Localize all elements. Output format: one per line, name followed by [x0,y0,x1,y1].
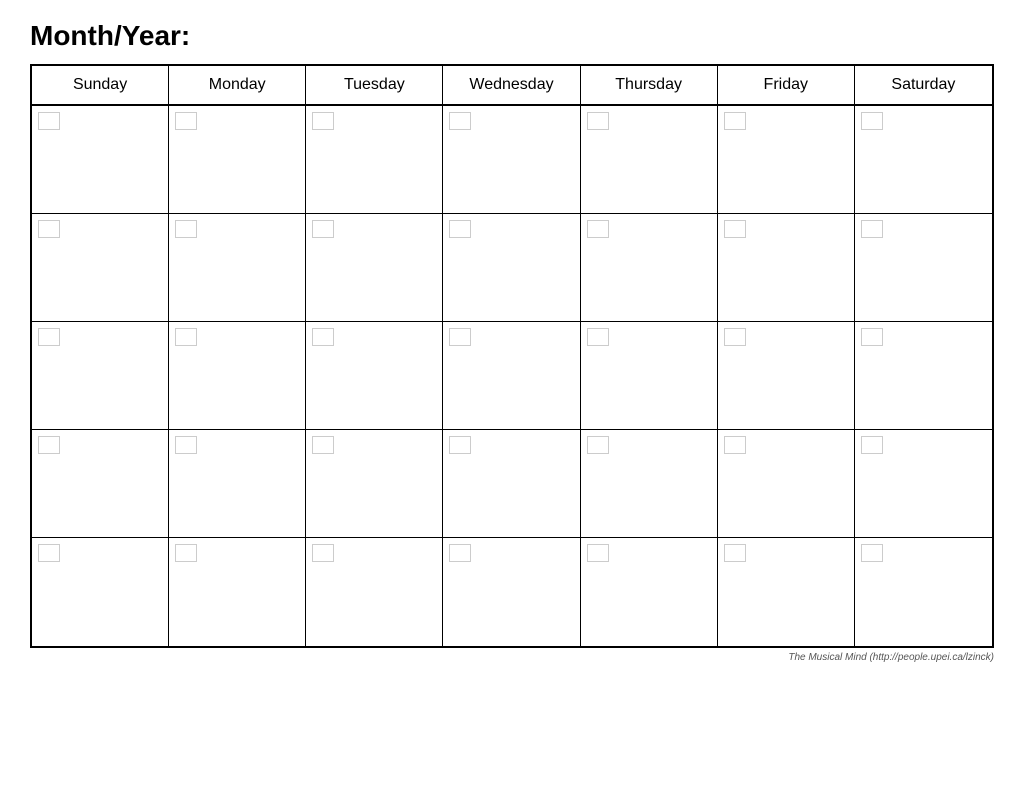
calendar-cell[interactable] [855,106,992,213]
date-box [861,112,883,130]
date-box [312,544,334,562]
header-thursday: Thursday [581,66,718,104]
calendar-cell[interactable] [855,430,992,537]
calendar-body [32,106,992,646]
header-monday: Monday [169,66,306,104]
date-box [724,220,746,238]
calendar-cell[interactable] [581,322,718,429]
date-box [312,436,334,454]
date-box [724,328,746,346]
calendar-row [32,322,992,430]
date-box [175,112,197,130]
date-box [38,220,60,238]
header-friday: Friday [718,66,855,104]
calendar-cell[interactable] [718,538,855,646]
calendar-cell[interactable] [718,430,855,537]
calendar-cell[interactable] [306,106,443,213]
date-box [312,220,334,238]
date-box [587,328,609,346]
header-tuesday: Tuesday [306,66,443,104]
date-box [861,328,883,346]
header-saturday: Saturday [855,66,992,104]
calendar-cell[interactable] [169,322,306,429]
date-box [861,220,883,238]
calendar-cell[interactable] [32,214,169,321]
calendar-cell[interactable] [581,214,718,321]
page-title: Month/Year: [30,20,994,52]
calendar-cell[interactable] [443,214,580,321]
calendar-cell[interactable] [581,106,718,213]
date-box [449,544,471,562]
date-box [312,328,334,346]
date-box [587,220,609,238]
date-box [449,436,471,454]
date-box [38,544,60,562]
calendar-cell[interactable] [718,214,855,321]
calendar-cell[interactable] [443,538,580,646]
date-box [38,112,60,130]
date-box [449,220,471,238]
calendar-cell[interactable] [855,322,992,429]
date-box [861,436,883,454]
calendar-row [32,430,992,538]
date-box [587,544,609,562]
date-box [724,112,746,130]
date-box [724,544,746,562]
calendar-cell[interactable] [32,322,169,429]
calendar-cell[interactable] [169,214,306,321]
date-box [587,436,609,454]
date-box [175,544,197,562]
date-box [175,328,197,346]
date-box [175,220,197,238]
calendar-cell[interactable] [169,106,306,213]
date-box [38,328,60,346]
calendar-cell[interactable] [169,538,306,646]
date-box [861,544,883,562]
calendar-cell[interactable] [718,322,855,429]
calendar-row [32,538,992,646]
calendar-cell[interactable] [855,538,992,646]
calendar-cell[interactable] [306,214,443,321]
calendar-cell[interactable] [32,430,169,537]
calendar-cell[interactable] [169,430,306,537]
calendar-cell[interactable] [581,538,718,646]
calendar-cell[interactable] [32,106,169,213]
date-box [38,436,60,454]
calendar-cell[interactable] [306,430,443,537]
calendar-cell[interactable] [718,106,855,213]
header-wednesday: Wednesday [443,66,580,104]
calendar-cell[interactable] [443,430,580,537]
calendar: Sunday Monday Tuesday Wednesday Thursday… [30,64,994,648]
calendar-cell[interactable] [443,322,580,429]
date-box [175,436,197,454]
calendar-row [32,214,992,322]
calendar-header: Sunday Monday Tuesday Wednesday Thursday… [32,66,992,106]
header-sunday: Sunday [32,66,169,104]
date-box [449,112,471,130]
calendar-cell[interactable] [443,106,580,213]
calendar-cell[interactable] [306,538,443,646]
footer-credit: The Musical Mind (http://people.upei.ca/… [30,652,994,663]
calendar-cell[interactable] [32,538,169,646]
date-box [312,112,334,130]
calendar-cell[interactable] [581,430,718,537]
calendar-cell[interactable] [306,322,443,429]
date-box [724,436,746,454]
calendar-row [32,106,992,214]
date-box [587,112,609,130]
calendar-cell[interactable] [855,214,992,321]
date-box [449,328,471,346]
